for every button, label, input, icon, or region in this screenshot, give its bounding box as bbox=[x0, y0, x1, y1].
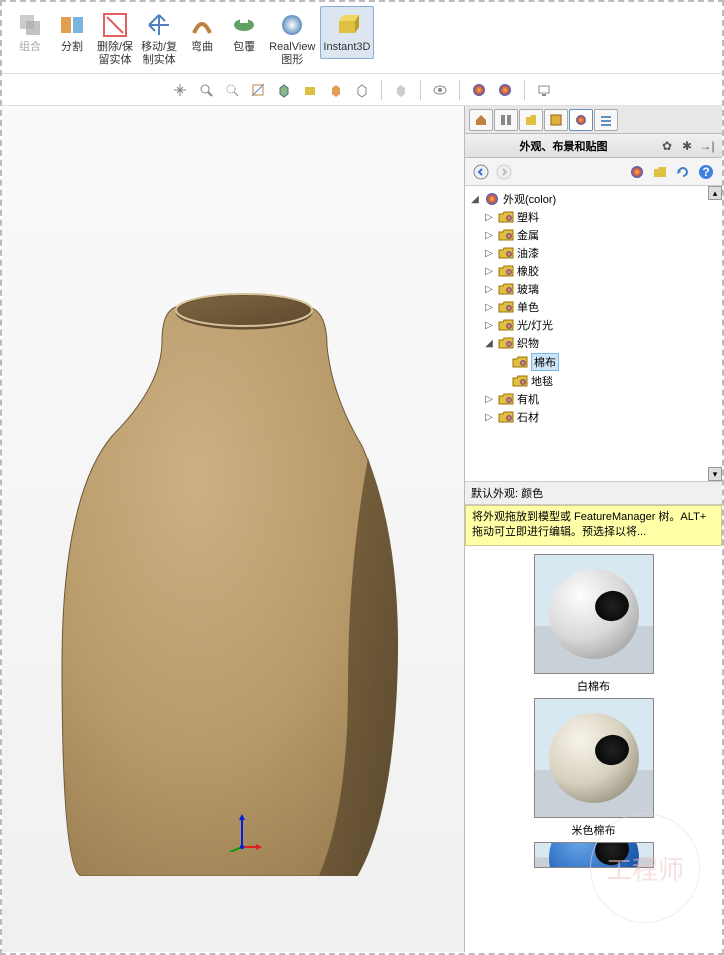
wrap-icon bbox=[230, 11, 258, 39]
tab-library[interactable] bbox=[494, 109, 518, 131]
preview-thumb bbox=[534, 698, 654, 818]
instant3d-button[interactable]: Instant3D bbox=[320, 6, 373, 59]
scroll-down-button[interactable]: ▾ bbox=[708, 467, 722, 481]
expand-icon[interactable]: ▷ bbox=[483, 301, 495, 313]
hide-show-button[interactable] bbox=[429, 79, 451, 101]
tree-item[interactable]: 地毯 bbox=[469, 372, 718, 390]
appearance-button[interactable] bbox=[468, 79, 490, 101]
bend-button[interactable]: 弯曲 bbox=[182, 6, 222, 59]
tab-home[interactable] bbox=[469, 109, 493, 131]
expand-icon[interactable]: ▷ bbox=[483, 319, 495, 331]
tree-category[interactable]: ▷玻璃 bbox=[469, 280, 718, 298]
preview-label: 白棉布 bbox=[534, 678, 654, 694]
scroll-up-button[interactable]: ▴ bbox=[708, 186, 722, 200]
viewport-3d[interactable] bbox=[2, 106, 464, 952]
tab-file[interactable] bbox=[519, 109, 543, 131]
delete-keep-button[interactable]: 删除/保 留实体 bbox=[94, 6, 136, 72]
split-icon bbox=[58, 11, 86, 39]
triad-axes bbox=[222, 812, 262, 852]
combine-icon bbox=[16, 11, 44, 39]
separator bbox=[524, 80, 525, 100]
model-body bbox=[52, 286, 432, 876]
tree-root[interactable]: ◢ 外观(color) bbox=[469, 190, 718, 208]
main-area: 外观、布景和贴图 ✿ ✱ →| ? ◢ 外观(color) ▷塑料▷金属▷油漆▷… bbox=[2, 106, 722, 952]
hint-box: 将外观拖放到模型或 FeatureManager 树。ALT+ 拖动可立即进行编… bbox=[465, 505, 722, 546]
preview-thumb bbox=[534, 554, 654, 674]
task-pane-tabs bbox=[465, 106, 722, 134]
preview-item[interactable]: 白棉布 bbox=[534, 554, 654, 694]
shaded-button[interactable] bbox=[390, 79, 412, 101]
zoom-fit-button[interactable] bbox=[169, 79, 191, 101]
prev-view-button[interactable] bbox=[221, 79, 243, 101]
collapse-icon[interactable]: ◢ bbox=[469, 193, 481, 205]
display-dropdown-button[interactable] bbox=[351, 79, 373, 101]
tree-category[interactable]: ▷油漆 bbox=[469, 244, 718, 262]
back-button[interactable] bbox=[471, 162, 491, 182]
view-cube-button[interactable] bbox=[273, 79, 295, 101]
move-copy-button[interactable]: 移动/复 制实体 bbox=[138, 6, 180, 72]
tree-category[interactable]: ▷单色 bbox=[469, 298, 718, 316]
expand-icon[interactable]: ◢ bbox=[483, 337, 495, 349]
move-copy-icon bbox=[145, 11, 173, 39]
tab-appearance[interactable] bbox=[569, 109, 593, 131]
tree-category[interactable]: ◢织物 bbox=[469, 334, 718, 352]
realview-icon bbox=[278, 11, 306, 39]
preview-item[interactable]: 米色棉布 bbox=[534, 698, 654, 838]
help-icon[interactable]: ? bbox=[696, 162, 716, 182]
view-normal-button[interactable] bbox=[299, 79, 321, 101]
zoom-area-button[interactable] bbox=[195, 79, 217, 101]
instant3d-icon bbox=[333, 11, 361, 39]
realview-button[interactable]: RealView 图形 bbox=[266, 6, 318, 72]
ribbon-toolbar: 组合 分割 删除/保 留实体 移动/复 制实体 弯曲 包覆 RealView 图… bbox=[2, 2, 722, 74]
refresh-icon[interactable] bbox=[673, 162, 693, 182]
tree-category[interactable]: ▷金属 bbox=[469, 226, 718, 244]
tree-category[interactable]: ▷石材 bbox=[469, 408, 718, 426]
gear-icon[interactable]: ✿ bbox=[658, 137, 676, 155]
expand-icon[interactable]: ▷ bbox=[483, 393, 495, 405]
panel-toolbar: ? bbox=[465, 158, 722, 186]
separator bbox=[459, 80, 460, 100]
tree-category[interactable]: ▷塑料 bbox=[469, 208, 718, 226]
task-pane: 外观、布景和贴图 ✿ ✱ →| ? ◢ 外观(color) ▷塑料▷金属▷油漆▷… bbox=[464, 106, 722, 952]
panel-titlebar: 外观、布景和贴图 ✿ ✱ →| bbox=[465, 134, 722, 158]
tree-item[interactable]: 棉布 bbox=[469, 352, 718, 372]
appearance-filter-icon[interactable] bbox=[627, 162, 647, 182]
tab-custom-props[interactable] bbox=[594, 109, 618, 131]
appearance-sphere-icon bbox=[484, 191, 500, 207]
expand-icon[interactable]: →| bbox=[698, 137, 716, 155]
bend-icon bbox=[188, 11, 216, 39]
forward-button[interactable] bbox=[494, 162, 514, 182]
panel-title-text: 外观、布景和贴图 bbox=[471, 138, 656, 154]
preview-label: 米色棉布 bbox=[534, 822, 654, 838]
expand-icon[interactable]: ▷ bbox=[483, 211, 495, 223]
expand-icon[interactable]: ▷ bbox=[483, 265, 495, 277]
svg-text:?: ? bbox=[702, 165, 709, 179]
tree-category[interactable]: ▷橡胶 bbox=[469, 262, 718, 280]
section-view-button[interactable] bbox=[247, 79, 269, 101]
expand-icon[interactable]: ▷ bbox=[483, 229, 495, 241]
hint-title: 默认外观: 颜色 bbox=[465, 482, 722, 505]
delete-keep-icon bbox=[101, 11, 129, 39]
screen-button[interactable] bbox=[533, 79, 555, 101]
preview-area[interactable]: 白棉布米色棉布 bbox=[465, 546, 722, 952]
separator bbox=[381, 80, 382, 100]
wrap-button[interactable]: 包覆 bbox=[224, 6, 264, 59]
tree-category[interactable]: ▷有机 bbox=[469, 390, 718, 408]
combine-button[interactable]: 组合 bbox=[10, 6, 50, 59]
split-button[interactable]: 分割 bbox=[52, 6, 92, 59]
expand-icon[interactable]: ▷ bbox=[483, 411, 495, 423]
expand-icon[interactable]: ▷ bbox=[483, 247, 495, 259]
expand-icon[interactable]: ▷ bbox=[483, 283, 495, 295]
scene-button[interactable] bbox=[494, 79, 516, 101]
display-style-button[interactable] bbox=[325, 79, 347, 101]
view-toolbar bbox=[2, 74, 722, 106]
tab-view-palette[interactable] bbox=[544, 109, 568, 131]
open-folder-icon[interactable] bbox=[650, 162, 670, 182]
separator bbox=[420, 80, 421, 100]
appearance-tree[interactable]: ◢ 外观(color) ▷塑料▷金属▷油漆▷橡胶▷玻璃▷单色▷光/灯光◢织物棉布… bbox=[465, 186, 722, 482]
tree-category[interactable]: ▷光/灯光 bbox=[469, 316, 718, 334]
pin-icon[interactable]: ✱ bbox=[678, 137, 696, 155]
